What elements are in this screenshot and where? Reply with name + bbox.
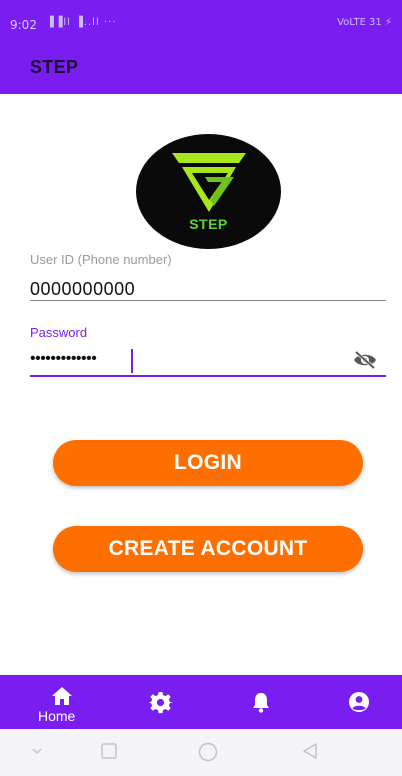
home-icon: [52, 687, 72, 705]
bottom-nav: Home: [0, 675, 402, 729]
status-time: 9:02: [10, 18, 37, 32]
chevron-down-icon[interactable]: [30, 741, 44, 761]
step-logo: STEP: [136, 134, 281, 249]
signal-indicators: ▐▐ll ▐..ll ···: [46, 17, 117, 28]
page-title: STEP: [30, 57, 79, 77]
home-button-icon[interactable]: [197, 741, 219, 763]
nav-item-settings[interactable]: [132, 675, 192, 729]
bell-icon: [253, 693, 269, 713]
password-input[interactable]: •••••••••••••: [30, 350, 97, 368]
system-nav-bar: [0, 729, 402, 776]
user-id-label: User ID (Phone number): [30, 252, 172, 267]
password-underline: [30, 375, 386, 377]
nav-item-home[interactable]: Home: [32, 675, 92, 729]
user-id-input[interactable]: 0000000000: [30, 279, 135, 300]
eye-off-icon[interactable]: [352, 349, 378, 371]
back-icon[interactable]: [300, 741, 320, 761]
recents-icon[interactable]: [99, 741, 119, 761]
user-id-underline: [30, 300, 386, 301]
login-button[interactable]: LOGIN: [53, 440, 363, 486]
nav-item-alerts[interactable]: [232, 675, 292, 729]
create-account-button[interactable]: CREATE ACCOUNT: [53, 526, 363, 572]
text-cursor: [131, 349, 133, 373]
nav-label-home: Home: [38, 708, 76, 724]
account-circle-icon: [349, 692, 369, 712]
battery-indicator: VoLTE 31 ⚡: [337, 17, 392, 28]
nav-item-profile[interactable]: [330, 675, 390, 729]
gear-icon: [149, 691, 173, 714]
app-bar: STEP: [0, 40, 402, 94]
status-bar: 9:02 ▐▐ll ▐..ll ··· VoLTE 31 ⚡: [0, 0, 402, 40]
password-label: Password: [30, 325, 88, 340]
logo-text: STEP: [189, 216, 228, 232]
